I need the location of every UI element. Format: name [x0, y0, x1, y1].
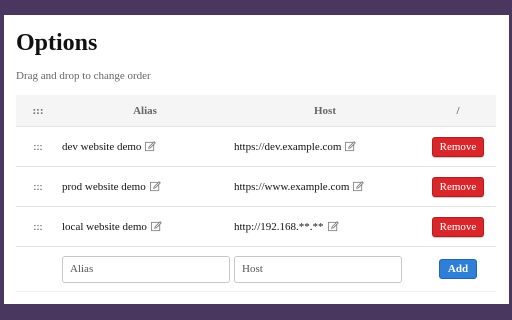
alias-input[interactable]: [62, 255, 230, 283]
drag-handle[interactable]: :::: [16, 126, 60, 167]
drag-handle[interactable]: :::: [16, 206, 60, 247]
header-host: Host: [230, 95, 420, 127]
table-row[interactable]: ::: local website demo http://192.168.**…: [16, 206, 496, 247]
host-cell: http://192.168.**.**: [230, 206, 420, 247]
edit-icon[interactable]: [145, 141, 157, 152]
action-cell: Remove: [420, 206, 496, 247]
edit-icon[interactable]: [327, 221, 339, 232]
action-cell: Remove: [420, 166, 496, 207]
host-input-cell: [230, 246, 420, 292]
alias-cell: prod website demo: [60, 166, 230, 207]
drag-hint: Drag and drop to change order: [16, 70, 151, 82]
alias-text: prod website demo: [62, 180, 146, 193]
table-row[interactable]: ::: prod website demo https://www.exampl…: [16, 166, 496, 207]
host-input[interactable]: [234, 255, 402, 283]
header-alias: Alias: [60, 95, 230, 127]
host-cell: https://www.example.com: [230, 166, 420, 207]
drag-handle[interactable]: :::: [16, 166, 60, 207]
remove-button[interactable]: Remove: [431, 136, 485, 157]
new-entry-row: Add: [16, 246, 496, 292]
edit-icon[interactable]: [345, 141, 357, 152]
header-drag: :::: [16, 95, 60, 127]
edit-icon[interactable]: [150, 221, 162, 232]
edit-icon[interactable]: [149, 181, 161, 192]
empty-cell: [16, 246, 60, 292]
host-cell: https://dev.example.com: [230, 126, 420, 167]
alias-cell: local website demo: [60, 206, 230, 247]
alias-input-cell: [60, 246, 230, 292]
table-header: ::: Alias Host /: [16, 95, 496, 127]
host-text: https://www.example.com: [234, 180, 350, 193]
options-panel: Options Drag and drop to change order ::…: [4, 15, 509, 304]
action-cell: Remove: [420, 126, 496, 167]
edit-icon[interactable]: [353, 181, 365, 192]
alias-cell: dev website demo: [60, 126, 230, 167]
alias-text: local website demo: [62, 220, 147, 233]
alias-text: dev website demo: [62, 140, 142, 153]
host-text: http://192.168.**.**: [234, 220, 324, 233]
table-row[interactable]: ::: dev website demo https://dev.example…: [16, 126, 496, 167]
add-button[interactable]: Add: [438, 259, 478, 279]
header-action: /: [420, 95, 496, 127]
remove-button[interactable]: Remove: [431, 176, 485, 197]
page-title: Options: [16, 30, 98, 56]
remove-button[interactable]: Remove: [431, 216, 485, 237]
add-cell: Add: [420, 246, 496, 292]
alias-table: ::: Alias Host / ::: dev website demo ht…: [16, 95, 496, 292]
host-text: https://dev.example.com: [234, 140, 342, 153]
